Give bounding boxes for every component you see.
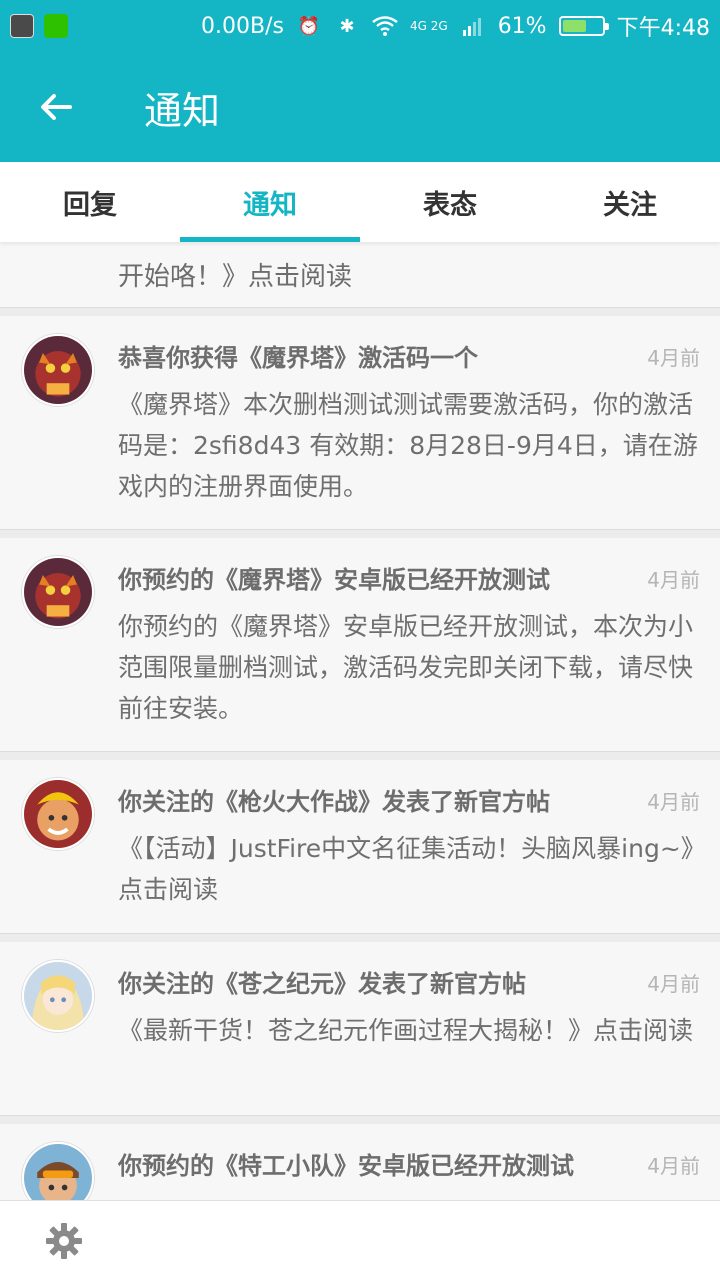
list-item[interactable]: 你关注的《苍之纪元》发表了新官方帖 4月前 《最新干货！苍之纪元作画过程大揭秘！… (0, 942, 720, 1116)
signal-icon (460, 13, 486, 39)
list-item[interactable]: 开始咯！》点击阅读 (0, 242, 720, 308)
shield-icon (10, 14, 34, 38)
avatar (22, 960, 94, 1032)
arrow-left-icon (41, 94, 72, 120)
notification-time: 4月前 (647, 1154, 700, 1178)
notification-list[interactable]: 开始咯！》点击阅读 恭喜你获得《魔界塔》激活码一个 4月前 《魔界塔》本次删档测… (0, 242, 720, 1200)
tab-bar: 回复 通知 表态 关注 (0, 162, 720, 242)
tab-reaction[interactable]: 表态 (360, 162, 540, 242)
notification-title: 你预约的《魔界塔》安卓版已经开放测试 (118, 566, 550, 594)
battery-level (562, 20, 586, 32)
avatar (22, 334, 94, 406)
avatar (22, 1142, 94, 1200)
bottom-bar (0, 1200, 720, 1280)
bluetooth-icon: ✱ (339, 15, 355, 37)
clock: 下午4:48 (616, 16, 710, 41)
notification-time: 4月前 (647, 346, 700, 370)
back-button[interactable] (0, 52, 112, 162)
wechat-icon (44, 14, 68, 38)
tab-reply[interactable]: 回复 (0, 162, 180, 242)
notification-body: 开始咯！》点击阅读 (118, 262, 353, 292)
tab-follow[interactable]: 关注 (540, 162, 720, 242)
notification-time: 4月前 (647, 790, 700, 814)
avatar (22, 556, 94, 628)
alarm-icon: ⏰ (297, 15, 321, 37)
battery-icon (558, 16, 609, 36)
gear-icon[interactable] (44, 1221, 84, 1261)
notification-body: 《【活动】JustFire中文名征集活动！头脑风暴ing~》点击阅读 (118, 834, 694, 904)
notification-time: 4月前 (647, 972, 700, 996)
notification-title: 恭喜你获得《魔界塔》激活码一个 (118, 344, 478, 372)
notification-body: 《最新干货！苍之纪元作画过程大揭秘！》点击阅读 (118, 1016, 694, 1045)
notification-time: 4月前 (647, 568, 700, 592)
notification-title: 你关注的《枪火大作战》发表了新官方帖 (118, 788, 550, 816)
list-item[interactable]: 你关注的《枪火大作战》发表了新官方帖 4月前 《【活动】JustFire中文名征… (0, 760, 720, 934)
status-bar: 0.00B/s ⏰ ✱ 4G 2G 61% 下午4:48 (0, 0, 720, 52)
app-bar: 通知 (0, 52, 720, 162)
tab-notification[interactable]: 通知 (180, 162, 360, 242)
page-title: 通知 (144, 88, 221, 133)
avatar (22, 778, 94, 850)
notification-title: 你关注的《苍之纪元》发表了新官方帖 (118, 970, 526, 998)
list-item[interactable]: 恭喜你获得《魔界塔》激活码一个 4月前 《魔界塔》本次删档测试测试需要激活码，你… (0, 316, 720, 530)
list-item[interactable]: 你预约的《特工小队》安卓版已经开放测试 4月前 (0, 1124, 720, 1200)
notification-body: 你预约的《魔界塔》安卓版已经开放测试，本次为小范围限量删档测试，激活码发完即关闭… (118, 612, 694, 723)
network-speed: 0.00B/s (201, 13, 284, 39)
network-type: 4G 2G (410, 19, 448, 33)
notification-body: 《魔界塔》本次删档测试测试需要激活码，你的激活码是：2sfi8d43 有效期：8… (118, 390, 698, 501)
wifi-icon (372, 13, 398, 39)
list-item[interactable]: 你预约的《魔界塔》安卓版已经开放测试 4月前 你预约的《魔界塔》安卓版已经开放测… (0, 538, 720, 752)
notification-title: 你预约的《特工小队》安卓版已经开放测试 (118, 1152, 574, 1180)
battery-percent: 61% (497, 13, 547, 39)
screen: 0.00B/s ⏰ ✱ 4G 2G 61% 下午4:48 通知 回复 通知 表态… (0, 0, 720, 1280)
